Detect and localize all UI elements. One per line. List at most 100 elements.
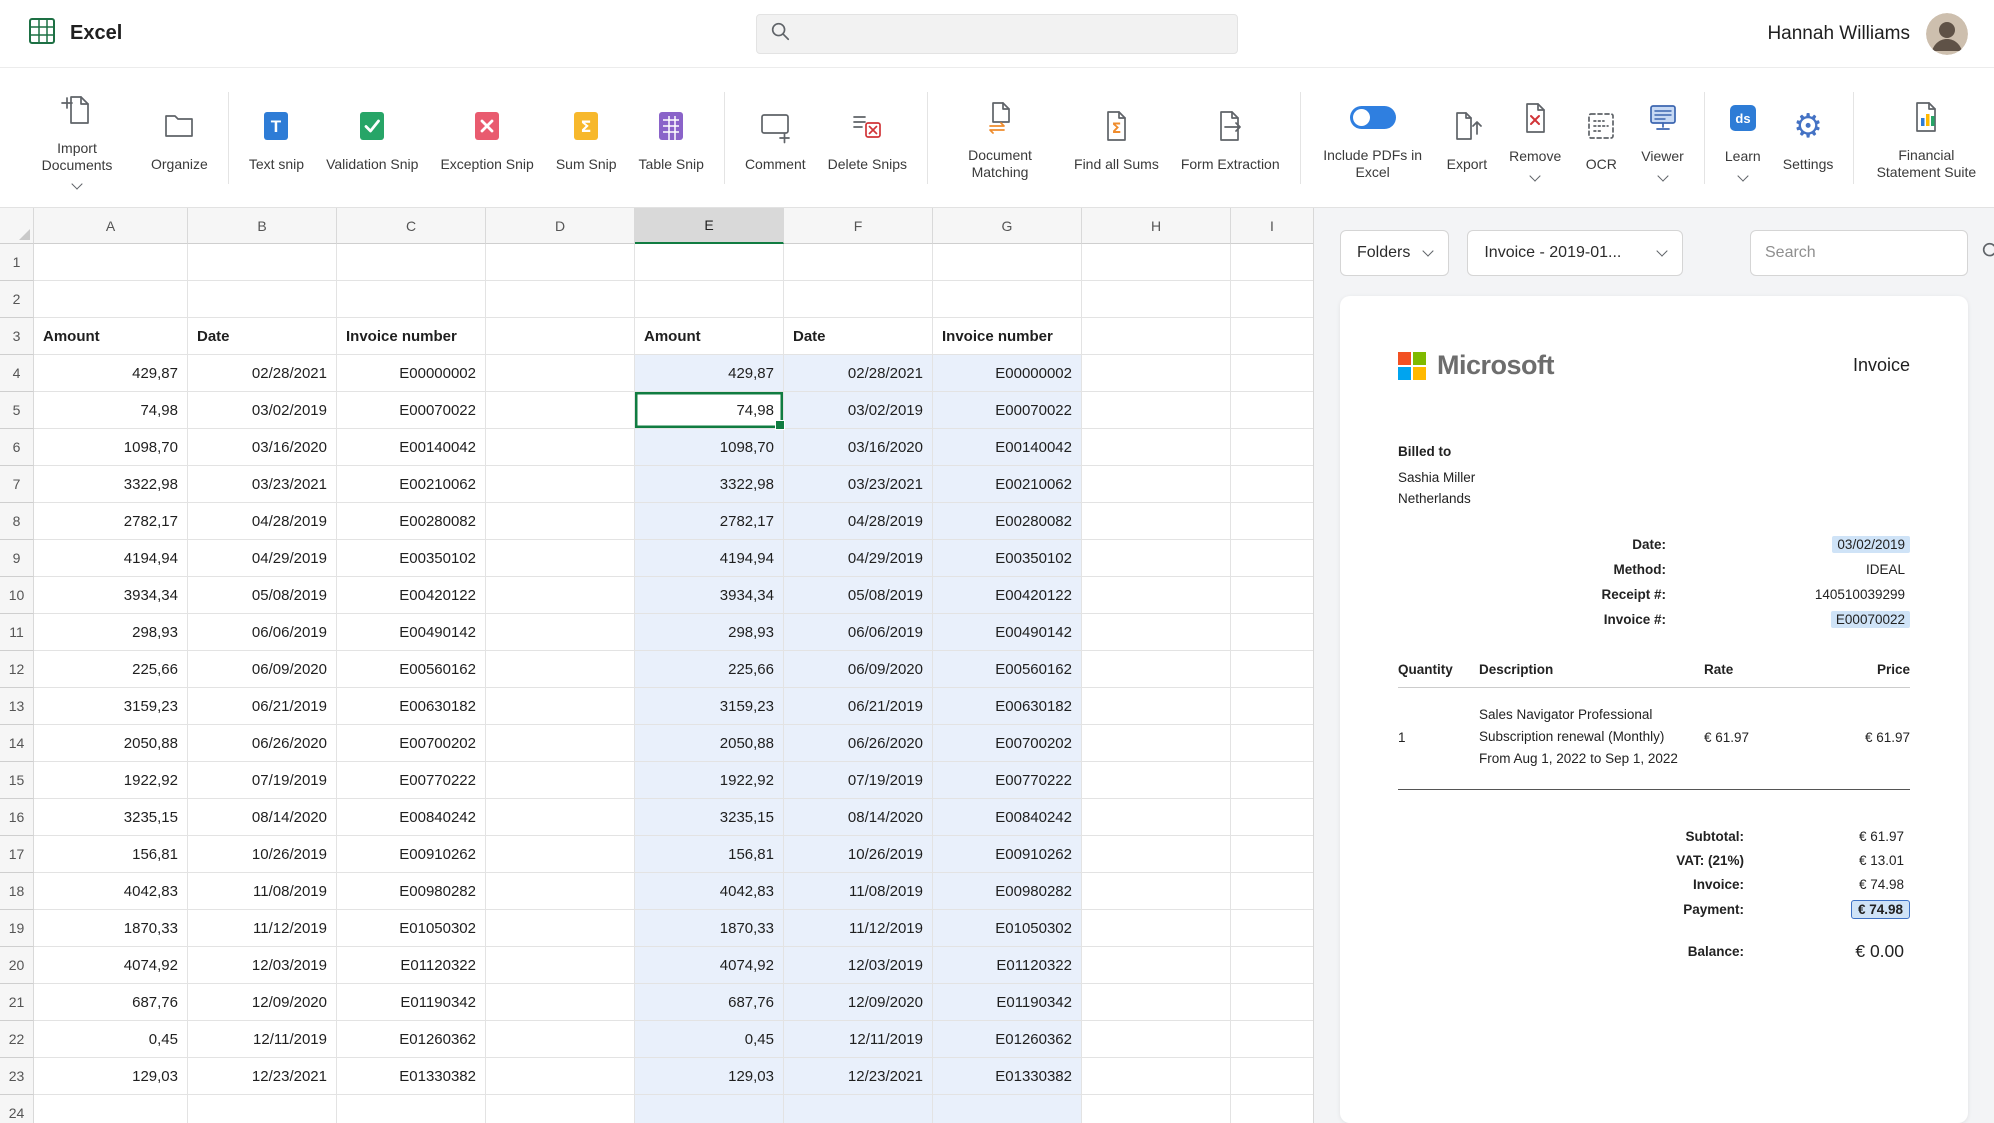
cell-B4[interactable]: 02/28/2021 — [188, 355, 337, 392]
cell-I12[interactable] — [1231, 651, 1314, 688]
cell-D12[interactable] — [486, 651, 635, 688]
cell-G1[interactable] — [933, 244, 1082, 281]
cell-D18[interactable] — [486, 873, 635, 910]
cell-F21[interactable]: 12/09/2020 — [784, 984, 933, 1021]
cell-A17[interactable]: 156,81 — [34, 836, 188, 873]
cell-F5[interactable]: 03/02/2019 — [784, 392, 933, 429]
cell-B5[interactable]: 03/02/2019 — [188, 392, 337, 429]
cell-B8[interactable]: 04/28/2019 — [188, 503, 337, 540]
cell-E10[interactable]: 3934,34 — [635, 577, 784, 614]
cell-F17[interactable]: 10/26/2019 — [784, 836, 933, 873]
cell-F20[interactable]: 12/03/2019 — [784, 947, 933, 984]
ribbon-viewer-button[interactable]: Viewer — [1630, 89, 1695, 186]
ribbon-delete-snips-button[interactable]: Delete Snips — [817, 97, 918, 179]
cell-G12[interactable]: E00560162 — [933, 651, 1082, 688]
cell-I10[interactable] — [1231, 577, 1314, 614]
row-header-2[interactable]: 2 — [0, 281, 34, 318]
cell-D7[interactable] — [486, 466, 635, 503]
cell-D23[interactable] — [486, 1058, 635, 1095]
user-avatar[interactable] — [1926, 13, 1968, 55]
cell-D20[interactable] — [486, 947, 635, 984]
column-header-D[interactable]: D — [486, 208, 635, 244]
cell-F8[interactable]: 04/28/2019 — [784, 503, 933, 540]
cell-B15[interactable]: 07/19/2019 — [188, 762, 337, 799]
cell-E6[interactable]: 1098,70 — [635, 429, 784, 466]
cell-H12[interactable] — [1082, 651, 1231, 688]
cell-B1[interactable] — [188, 244, 337, 281]
cell-F22[interactable]: 12/11/2019 — [784, 1021, 933, 1058]
column-header-B[interactable]: B — [188, 208, 337, 244]
cell-I6[interactable] — [1231, 429, 1314, 466]
row-header-14[interactable]: 14 — [0, 725, 34, 762]
cell-C20[interactable]: E01120322 — [337, 947, 486, 984]
cell-F18[interactable]: 11/08/2019 — [784, 873, 933, 910]
cell-I2[interactable] — [1231, 281, 1314, 318]
cell-H8[interactable] — [1082, 503, 1231, 540]
ribbon-remove-button[interactable]: Remove — [1498, 89, 1572, 186]
cell-B2[interactable] — [188, 281, 337, 318]
cell-B11[interactable]: 06/06/2019 — [188, 614, 337, 651]
cell-H14[interactable] — [1082, 725, 1231, 762]
cell-F19[interactable]: 11/12/2019 — [784, 910, 933, 947]
row-header-4[interactable]: 4 — [0, 355, 34, 392]
ribbon-document-matching-button[interactable]: Document Matching — [937, 88, 1063, 186]
cell-G11[interactable]: E00490142 — [933, 614, 1082, 651]
cell-F16[interactable]: 08/14/2020 — [784, 799, 933, 836]
cell-F12[interactable]: 06/09/2020 — [784, 651, 933, 688]
cell-G24[interactable] — [933, 1095, 1082, 1123]
cell-C15[interactable]: E00770222 — [337, 762, 486, 799]
ribbon-exception-snip-button[interactable]: Exception Snip — [429, 97, 544, 179]
cell-E13[interactable]: 3159,23 — [635, 688, 784, 725]
panel-search-input[interactable] — [1765, 244, 1972, 262]
invoice-meta-value[interactable]: E00070022 — [1831, 611, 1910, 628]
ribbon-import-documents-button[interactable]: Import Documents — [14, 81, 140, 194]
cell-D22[interactable] — [486, 1021, 635, 1058]
invoice-total-value[interactable]: € 74.98 — [1851, 900, 1910, 919]
cell-I20[interactable] — [1231, 947, 1314, 984]
cell-C6[interactable]: E00140042 — [337, 429, 486, 466]
cell-I5[interactable] — [1231, 392, 1314, 429]
row-header-7[interactable]: 7 — [0, 466, 34, 503]
cell-B12[interactable]: 06/09/2020 — [188, 651, 337, 688]
cell-G19[interactable]: E01050302 — [933, 910, 1082, 947]
cell-G10[interactable]: E00420122 — [933, 577, 1082, 614]
cell-H5[interactable] — [1082, 392, 1231, 429]
cell-A14[interactable]: 2050,88 — [34, 725, 188, 762]
cell-I9[interactable] — [1231, 540, 1314, 577]
ribbon-validation-snip-button[interactable]: Validation Snip — [315, 97, 429, 179]
cell-C10[interactable]: E00420122 — [337, 577, 486, 614]
column-header-F[interactable]: F — [784, 208, 933, 244]
column-header-C[interactable]: C — [337, 208, 486, 244]
cell-H16[interactable] — [1082, 799, 1231, 836]
cell-E15[interactable]: 1922,92 — [635, 762, 784, 799]
cell-E3[interactable]: Amount — [635, 318, 784, 355]
cell-E19[interactable]: 1870,33 — [635, 910, 784, 947]
cell-A20[interactable]: 4074,92 — [34, 947, 188, 984]
cell-F13[interactable]: 06/21/2019 — [784, 688, 933, 725]
cell-D15[interactable] — [486, 762, 635, 799]
cell-A21[interactable]: 687,76 — [34, 984, 188, 1021]
ribbon-text-snip-button[interactable]: TText snip — [238, 97, 315, 179]
cell-A12[interactable]: 225,66 — [34, 651, 188, 688]
cell-E14[interactable]: 2050,88 — [635, 725, 784, 762]
row-header-5[interactable]: 5 — [0, 392, 34, 429]
cell-G5[interactable]: E00070022 — [933, 392, 1082, 429]
cell-A5[interactable]: 74,98 — [34, 392, 188, 429]
cell-B7[interactable]: 03/23/2021 — [188, 466, 337, 503]
cell-F14[interactable]: 06/26/2020 — [784, 725, 933, 762]
cell-A9[interactable]: 4194,94 — [34, 540, 188, 577]
row-header-9[interactable]: 9 — [0, 540, 34, 577]
cell-A1[interactable] — [34, 244, 188, 281]
cell-C24[interactable] — [337, 1095, 486, 1123]
row-header-6[interactable]: 6 — [0, 429, 34, 466]
cell-F24[interactable] — [784, 1095, 933, 1123]
cell-C9[interactable]: E00350102 — [337, 540, 486, 577]
cell-C5[interactable]: E00070022 — [337, 392, 486, 429]
cell-D24[interactable] — [486, 1095, 635, 1123]
row-header-10[interactable]: 10 — [0, 577, 34, 614]
row-header-17[interactable]: 17 — [0, 836, 34, 873]
row-header-18[interactable]: 18 — [0, 873, 34, 910]
cell-A24[interactable] — [34, 1095, 188, 1123]
cell-I22[interactable] — [1231, 1021, 1314, 1058]
cell-C2[interactable] — [337, 281, 486, 318]
